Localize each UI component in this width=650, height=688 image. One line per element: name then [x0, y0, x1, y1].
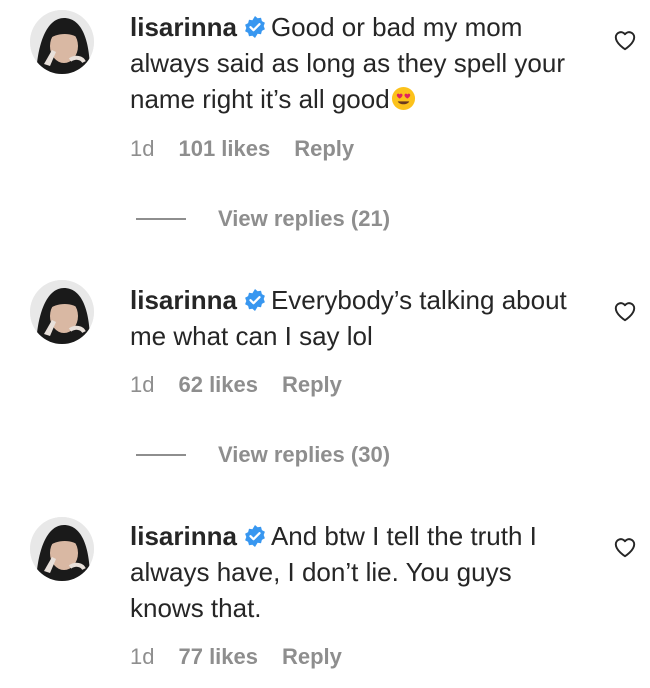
reply-button[interactable]: Reply — [282, 372, 342, 398]
comment-time: 1d — [130, 644, 155, 669]
avatar[interactable] — [30, 10, 94, 74]
avatar[interactable] — [30, 517, 94, 581]
divider-line — [136, 454, 186, 456]
view-replies-label: View replies (30) — [218, 442, 391, 467]
reply-button[interactable]: Reply — [282, 644, 342, 670]
comment-time: 1d — [130, 136, 155, 161]
username[interactable]: lisarinna — [130, 285, 237, 315]
likes-count[interactable]: 62 likes — [178, 372, 258, 398]
view-replies-button[interactable]: View replies (30) — [136, 442, 390, 468]
comment-meta: 1d 62 likes Reply — [130, 372, 342, 398]
verified-badge-icon — [245, 525, 265, 547]
verified-badge-icon — [245, 16, 265, 38]
reply-button[interactable]: Reply — [294, 136, 354, 162]
comment-text: lisarinna Good or bad my mom always said … — [130, 9, 590, 117]
heart-icon[interactable] — [612, 534, 638, 560]
comment-time: 1d — [130, 372, 155, 397]
comment-meta: 1d 77 likes Reply — [130, 644, 342, 670]
comment-meta: 1d 101 likes Reply — [130, 136, 354, 162]
heart-icon[interactable] — [612, 27, 638, 53]
view-replies-button[interactable]: View replies (21) — [136, 206, 390, 232]
comment-text: lisarinna Everybody’s talking about me wh… — [130, 282, 590, 354]
comment-text: lisarinna And btw I tell the truth I alwa… — [130, 518, 590, 626]
verified-badge-icon — [245, 289, 265, 311]
heart-eyes-emoji — [391, 86, 415, 111]
heart-icon[interactable] — [612, 298, 638, 324]
view-replies-label: View replies (21) — [218, 206, 391, 231]
divider-line — [136, 218, 186, 220]
avatar[interactable] — [30, 280, 94, 344]
likes-count[interactable]: 101 likes — [178, 136, 270, 162]
likes-count[interactable]: 77 likes — [178, 644, 258, 670]
username[interactable]: lisarinna — [130, 521, 237, 551]
username[interactable]: lisarinna — [130, 12, 237, 42]
